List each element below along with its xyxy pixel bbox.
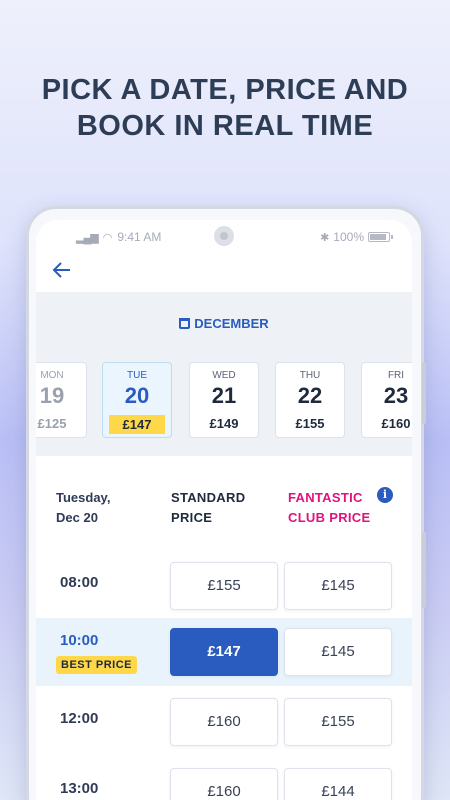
day-name: FRI: [387, 370, 405, 381]
day-price: £160: [381, 416, 411, 431]
date-picker: DECEMBER MON 19 £125 TUE 20 £147 WED 21 …: [36, 292, 412, 456]
day-card-wed[interactable]: WED 21 £149: [189, 362, 259, 438]
day-card-mon[interactable]: MON 19 £125: [36, 362, 87, 438]
day-name: WED: [212, 370, 236, 381]
standard-price-button[interactable]: £160: [170, 698, 278, 746]
day-card-tue[interactable]: TUE 20 £147: [102, 362, 172, 438]
day-price: £149: [209, 416, 239, 431]
standard-heading-line-2: PRICE: [171, 510, 213, 525]
signal-icon: ▂▄▆: [76, 231, 99, 244]
club-price-heading: FANTASTIC CLUB PRICE: [288, 488, 370, 528]
selected-date-day: Dec 20: [56, 510, 98, 525]
standard-price-button[interactable]: £155: [170, 562, 278, 610]
day-price: £147: [108, 415, 166, 434]
slot-time: 08:00: [60, 574, 99, 591]
club-heading-line-2: CLUB PRICE: [288, 510, 371, 525]
day-name: MON: [40, 370, 64, 381]
phone-side-button: [422, 362, 426, 424]
day-date: 21: [211, 383, 237, 408]
day-date: 23: [383, 383, 409, 408]
headline-line-1: PICK A DATE, PRICE AND: [41, 74, 409, 106]
phone-side-button: [422, 532, 426, 608]
slot-time: 12:00: [60, 710, 99, 727]
day-card-fri[interactable]: FRI 23 £160: [361, 362, 412, 438]
time-slot-row: 08:00 £155 £145: [36, 552, 412, 620]
day-date: 19: [39, 383, 65, 408]
day-price: £125: [37, 416, 67, 431]
best-price-badge: BEST PRICE: [56, 656, 138, 674]
selected-date: Tuesday, Dec 20: [56, 488, 110, 528]
day-card-thu[interactable]: THU 22 £155: [275, 362, 345, 438]
standard-price-button[interactable]: £147: [170, 628, 278, 676]
headline: PICK A DATE, PRICE AND BOOK IN REAL TIME: [0, 72, 450, 144]
back-arrow-icon[interactable]: [52, 260, 78, 286]
price-table-header: Tuesday, Dec 20 STANDARD PRICE FANTASTIC…: [36, 487, 412, 548]
phone-screen: ▂▄▆ ◠ 9:41 AM ✱ 100% DECEMBER MON 19 £12…: [36, 220, 412, 800]
day-price: £155: [295, 416, 325, 431]
battery-percent: 100%: [333, 230, 364, 244]
headline-line-2: BOOK IN REAL TIME: [76, 110, 374, 142]
standard-price-heading: STANDARD PRICE: [171, 488, 245, 528]
slot-time: 10:00: [60, 632, 99, 649]
time-slot-row: 13:00 £160 £144: [36, 758, 412, 800]
info-icon[interactable]: i: [377, 487, 393, 503]
calendar-icon: [179, 318, 191, 329]
club-price-button[interactable]: £155: [284, 698, 392, 746]
camera-icon: [214, 226, 234, 246]
month-label[interactable]: DECEMBER: [36, 316, 412, 331]
bluetooth-icon: ✱: [320, 231, 330, 244]
club-price-button[interactable]: £144: [284, 768, 392, 800]
selected-date-weekday: Tuesday,: [56, 490, 111, 505]
day-date: 20: [124, 383, 150, 408]
battery-icon: [368, 232, 393, 242]
slot-time: 13:00: [60, 780, 99, 797]
club-price-button[interactable]: £145: [284, 562, 392, 610]
day-strip: MON 19 £125 TUE 20 £147 WED 21 £149 THU …: [36, 362, 412, 440]
status-bar: ▂▄▆ ◠ 9:41 AM ✱ 100%: [36, 220, 412, 254]
standard-price-button[interactable]: £160: [170, 768, 278, 800]
wifi-icon: ◠: [102, 231, 113, 244]
day-name: TUE: [127, 370, 147, 381]
time-slot-row: 10:00 BEST PRICE £147 £145: [36, 618, 412, 686]
month-name: DECEMBER: [194, 316, 269, 331]
time-slot-row: 12:00 £160 £155: [36, 688, 412, 756]
day-date: 22: [297, 383, 323, 408]
day-name: THU: [299, 370, 321, 381]
standard-heading-line-1: STANDARD: [171, 490, 246, 505]
club-heading-line-1: FANTASTIC: [288, 490, 363, 505]
status-time: 9:41 AM: [117, 230, 162, 244]
club-price-button[interactable]: £145: [284, 628, 392, 676]
